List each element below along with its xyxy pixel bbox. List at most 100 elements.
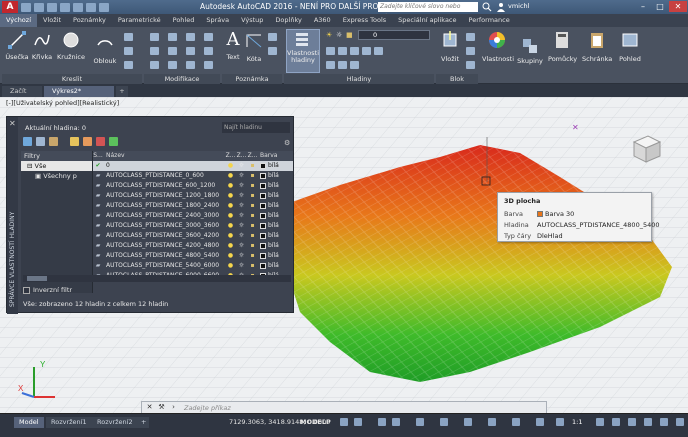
undo-icon[interactable] — [86, 2, 96, 12]
tab-start[interactable]: Začít — [2, 86, 42, 97]
layer-isolate-icon[interactable] — [350, 47, 359, 55]
layer-color[interactable]: bílá — [258, 181, 288, 191]
grid-icon[interactable] — [340, 418, 348, 426]
layer-row[interactable]: ▰ AUTOCLASS_PTDISTANCE_600_1200 ● ☼ ▪ bílá — [93, 181, 293, 191]
tab-model[interactable]: Model — [14, 417, 44, 428]
layer-color[interactable]: bílá — [258, 251, 288, 261]
view-button[interactable]: Pohled — [616, 31, 644, 63]
layer-off-icon[interactable] — [374, 47, 383, 55]
layer-color[interactable]: bílá — [258, 261, 288, 271]
gradient-icon[interactable] — [124, 61, 133, 69]
array-icon[interactable] — [186, 61, 195, 69]
annotation-monitor-icon[interactable] — [612, 418, 620, 426]
palette-side-bar[interactable]: ✕ SPRÁVCE VLASTNOSTÍ HLADINY — [7, 117, 18, 314]
ortho-icon[interactable] — [378, 418, 386, 426]
tab-layout2[interactable]: Rozvržení2 — [92, 417, 138, 428]
new-layer-icon[interactable] — [70, 137, 79, 146]
col-freeze[interactable]: Z... — [236, 151, 247, 161]
layer-row[interactable]: ▰ AUTOCLASS_PTDISTANCE_1200_1800 ● ☼ ▪ bílá — [93, 191, 293, 201]
table-icon[interactable] — [268, 47, 277, 55]
tab-pohled[interactable]: Pohled — [167, 14, 201, 27]
trim-icon[interactable] — [186, 33, 195, 41]
layer-match-icon[interactable] — [326, 47, 335, 55]
fillet-icon[interactable] — [186, 47, 195, 55]
layer-lock-icon[interactable]: ▪ — [247, 201, 258, 211]
otrack-icon[interactable] — [464, 418, 472, 426]
tab-drawing[interactable]: Výkres2* — [44, 86, 114, 97]
layer-lock-icon[interactable]: ▪ — [247, 211, 258, 221]
groups-button[interactable]: Skupiny — [516, 37, 544, 65]
tab-parametricke[interactable]: Parametrické — [112, 14, 167, 27]
layer-on-icon[interactable]: ● — [225, 171, 236, 181]
layer-on-icon[interactable]: ● — [225, 211, 236, 221]
layers-panel-label[interactable]: Hladiny — [284, 74, 434, 84]
invert-filter-box[interactable] — [23, 286, 30, 294]
layer-row[interactable]: ▰ AUTOCLASS_PTDISTANCE_1800_2400 ● ☼ ▪ bílá — [93, 201, 293, 211]
autocad-app-button[interactable]: A — [2, 1, 18, 13]
wrench-icon[interactable]: ⚒ — [157, 403, 166, 412]
current-layer-dropdown[interactable]: 0 — [358, 30, 430, 40]
horizontal-scrollbar[interactable] — [23, 275, 291, 282]
scale-icon[interactable] — [168, 61, 177, 69]
explode-icon[interactable] — [204, 47, 213, 55]
layer-row[interactable]: ▰ AUTOCLASS_PTDISTANCE_5400_6000 ● ☼ ▪ bílá — [93, 261, 293, 271]
redo-icon[interactable] — [99, 2, 109, 12]
layer-color[interactable]: bílá — [258, 171, 288, 181]
hardware-acceleration-icon[interactable] — [644, 418, 652, 426]
layer-row[interactable]: ▰ AUTOCLASS_PTDISTANCE_2400_3000 ● ☼ ▪ bílá — [93, 211, 293, 221]
layer-color[interactable]: bílá — [258, 221, 288, 231]
dimension-button[interactable]: Kóta — [244, 31, 264, 63]
offset-icon[interactable] — [204, 61, 213, 69]
layer-unisolate-icon[interactable] — [326, 61, 335, 69]
edit-attributes-icon[interactable] — [466, 61, 475, 69]
annotation-scale[interactable]: 1:1 — [572, 418, 582, 426]
layer-on-icon[interactable]: ● — [225, 231, 236, 241]
line-button[interactable]: Úsečka — [4, 31, 30, 61]
layer-lock-icon[interactable]: ▪ — [247, 191, 258, 201]
layer-lock-icon[interactable]: ▪ — [247, 171, 258, 181]
layer-freeze-icon[interactable]: ☼ — [236, 211, 247, 221]
stretch-icon[interactable] — [150, 61, 159, 69]
layer-on-icon[interactable]: ● — [225, 251, 236, 261]
create-block-icon[interactable] — [466, 33, 475, 41]
filter-all[interactable]: ⊟ Vše — [21, 161, 92, 171]
set-current-icon[interactable] — [109, 137, 118, 146]
annotation-visibility-icon[interactable] — [556, 418, 564, 426]
layer-lock-icon[interactable]: ▪ — [247, 261, 258, 271]
layer-on-icon[interactable]: ● — [225, 181, 236, 191]
utilities-button[interactable]: Pomůcky — [548, 31, 577, 63]
layer-color[interactable]: bílá — [258, 191, 288, 201]
annotation-panel-label[interactable]: Poznámka — [222, 74, 282, 84]
new-layer-vp-frozen-icon[interactable] — [83, 137, 92, 146]
layer-row[interactable]: ▰ AUTOCLASS_PTDISTANCE_3600_4200 ● ☼ ▪ bílá — [93, 231, 293, 241]
delete-layer-icon[interactable] — [96, 137, 105, 146]
layer-color[interactable]: bílá — [258, 201, 288, 211]
tab-a360[interactable]: A360 — [308, 14, 337, 27]
layer-row[interactable]: ▰ AUTOCLASS_PTDISTANCE_3000_3600 ● ☼ ▪ bílá — [93, 221, 293, 231]
hatch-icon[interactable] — [124, 47, 133, 55]
tab-express-tools[interactable]: Express Tools — [337, 14, 392, 27]
viewcube[interactable] — [626, 132, 662, 164]
tab-specialni-aplikace[interactable]: Speciální aplikace — [392, 14, 462, 27]
layer-lock-icon[interactable]: ▪ — [247, 161, 258, 171]
block-panel-label[interactable]: Blok — [436, 74, 478, 84]
layer-row[interactable]: ▰ AUTOCLASS_PTDISTANCE_4200_4800 ● ☼ ▪ bílá — [93, 241, 293, 251]
search-input[interactable]: Zadejte klíčové slovo nebo výraz... — [378, 2, 478, 20]
new-filter-icon[interactable] — [23, 137, 32, 146]
rotate-icon[interactable] — [168, 33, 177, 41]
clipboard-button[interactable]: Schránka — [582, 31, 612, 63]
tab-poznamky[interactable]: Poznámky — [67, 14, 112, 27]
layer-on-icon[interactable]: ● — [225, 241, 236, 251]
erase-icon[interactable] — [204, 33, 213, 41]
layer-color[interactable]: bílá — [258, 211, 288, 221]
invert-filter-checkbox[interactable]: Inverzní filtr — [23, 286, 72, 294]
layer-color[interactable]: bílá — [258, 161, 288, 171]
save-as-icon[interactable] — [60, 2, 70, 12]
col-lock[interactable]: Z... — [247, 151, 258, 161]
rectangle-icon[interactable] — [124, 33, 133, 41]
layer-lock-icon[interactable]: ▪ — [247, 221, 258, 231]
find-layer-input[interactable]: Najít hladinu — [222, 122, 290, 133]
layer-on-icon[interactable]: ● — [225, 201, 236, 211]
col-on[interactable]: Z... — [225, 151, 236, 161]
layer-merge-icon[interactable] — [350, 61, 359, 69]
